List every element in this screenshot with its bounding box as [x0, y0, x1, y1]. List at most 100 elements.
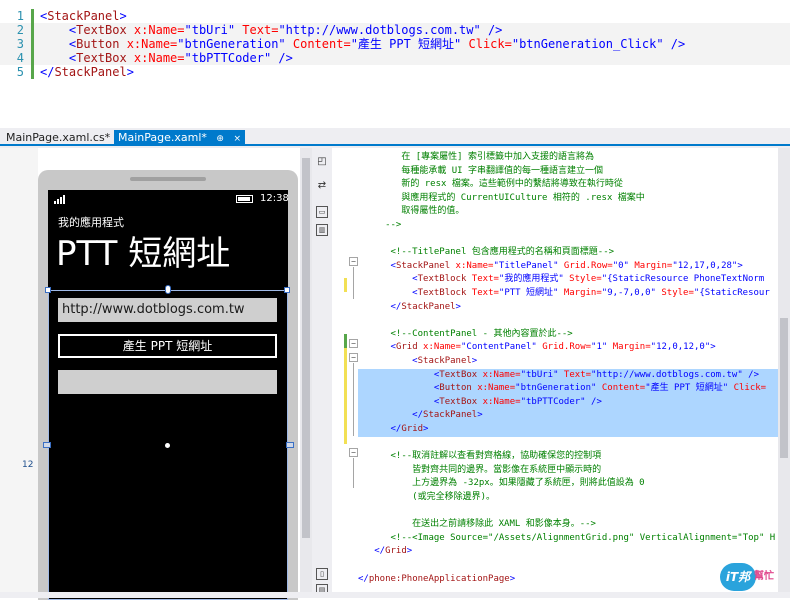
- status-strip: [0, 592, 790, 598]
- line-number: 5: [16, 65, 24, 79]
- tab-mainpage-xaml-cs[interactable]: MainPage.xaml.cs*: [2, 130, 114, 146]
- fold-guide: [353, 267, 354, 299]
- code-text: <Button x:Name="btnGeneration" Content="…: [40, 37, 686, 51]
- margin-indicator: 12: [22, 460, 34, 470]
- margin-handle-left[interactable]: [43, 442, 51, 448]
- code-snippet: 1 <StackPanel> 2 <TextBox x:Name="tbUri" T…: [0, 0, 790, 86]
- code-text: </StackPanel>: [40, 65, 134, 79]
- resize-handle[interactable]: [284, 287, 290, 293]
- xaml-line: 新的 resx 檔案。這些範例中的繫結將導致在執行時從: [358, 179, 623, 190]
- pin-icon[interactable]: ⊕: [216, 134, 224, 144]
- change-indicator: [31, 65, 34, 79]
- close-icon[interactable]: ×: [233, 134, 241, 144]
- snippet-line: 2 <TextBox x:Name="tbUri" Text="http://w…: [0, 23, 790, 37]
- horizontal-split-icon[interactable]: ▭: [316, 206, 328, 218]
- xaml-line: <Button x:Name="btnGeneration" Content="…: [358, 383, 767, 394]
- ithome-logo: iT邦: [720, 563, 756, 591]
- phone-screen: 12:38 我的應用程式 PTT 短網址 http://www.dotblogs…: [43, 190, 294, 600]
- fold-toggle-icon[interactable]: −: [349, 257, 358, 266]
- change-indicator: [344, 334, 347, 348]
- xaml-line: <StackPanel x:Name="TitlePanel" Grid.Row…: [358, 260, 743, 271]
- xaml-line: 取得屬性的值。: [358, 206, 465, 217]
- change-indicator: [31, 37, 34, 51]
- resize-handle[interactable]: [165, 285, 171, 294]
- xaml-line: <TextBlock Text="PTT 短網址" Margin="9,-7,0…: [358, 288, 770, 298]
- collapse-pane-icon[interactable]: ▯: [316, 568, 328, 580]
- phone-frame: 12:38 我的應用程式 PTT 短網址 http://www.dotblogs…: [38, 170, 298, 600]
- phone-speaker: [130, 177, 206, 181]
- fold-guide: [353, 363, 354, 436]
- document-tab-bar: MainPage.xaml.cs* MainPage.xaml* ⊕ ×: [0, 128, 790, 146]
- pan-icon[interactable]: ◰: [316, 156, 328, 168]
- xaml-line: 與應用程式的 CurrentUICulture 相符的 .resx 檔案中: [358, 192, 645, 203]
- designer-ruler: [0, 148, 38, 598]
- anchor-point: [165, 443, 170, 448]
- fold-toggle-icon[interactable]: −: [349, 448, 358, 457]
- line-number: 1: [16, 9, 24, 23]
- xaml-line: <!--取消註解以查看對齊格線，協助確保您的控制項: [358, 451, 602, 462]
- code-text: <TextBox x:Name="tbUri" Text="http://www…: [40, 23, 503, 37]
- tab-label: MainPage.xaml.cs*: [6, 131, 111, 144]
- status-bar: 12:38: [48, 190, 289, 208]
- line-number: 3: [16, 37, 24, 51]
- ithome-logo-text: 幫忙: [754, 571, 774, 582]
- xaml-editor[interactable]: − − − − 在 [專案屬性] 索引標籤中加入支援的語言將為 每種能承載 UI…: [332, 148, 790, 598]
- ptt-coder-textbox[interactable]: [58, 370, 277, 394]
- xaml-line: 每種能承載 UI 字串翻譯值的每一種語言建立一個: [358, 165, 604, 176]
- xaml-line: <TextBox x:Name="tbUri" Text="http://www…: [358, 369, 760, 380]
- snippet-line: 4 <TextBox x:Name="tbPTTCoder" />: [0, 51, 790, 65]
- code-text: <StackPanel>: [40, 9, 127, 23]
- snippet-line: 1 <StackPanel>: [0, 9, 790, 23]
- tab-label: MainPage.xaml*: [118, 131, 207, 144]
- battery-icon: [236, 195, 253, 203]
- uri-textbox[interactable]: http://www.dotblogs.com.tw: [58, 298, 277, 322]
- xaml-line: <!--ContentPanel - 其他內容置於此-->: [358, 328, 573, 339]
- ithome-watermark-logo: iT邦 幫忙: [720, 563, 786, 591]
- split-toolstrip: ◰ ⇄ ▭ ▥ ▯ ▤: [312, 148, 332, 598]
- change-indicator: [31, 51, 34, 65]
- design-surface[interactable]: 12 12:38 我的應用程式 PTT 短網址 http://www.dotbl…: [0, 148, 312, 600]
- xaml-line: </phone:PhoneApplicationPage>: [358, 573, 516, 584]
- xaml-line: </StackPanel>: [358, 410, 483, 421]
- status-time: 12:38: [260, 193, 289, 204]
- fold-guide: [353, 458, 354, 488]
- xaml-line: <StackPanel>: [358, 356, 478, 366]
- line-number: 2: [16, 23, 24, 37]
- xaml-line: 皆對齊共同的邊界。當影像在系統匣中顯示時的: [358, 464, 602, 475]
- xaml-line: </StackPanel>: [358, 301, 461, 312]
- resize-handle[interactable]: [45, 287, 51, 293]
- change-indicator: [344, 278, 347, 292]
- margin-handle-right[interactable]: [286, 442, 294, 448]
- vertical-split-icon[interactable]: ▥: [316, 224, 328, 236]
- xaml-line: 上方邊界為 -32px。如果隱藏了系統匣，則將此值設為 0: [358, 478, 645, 489]
- snippet-line: 5 </StackPanel>: [0, 65, 790, 79]
- swap-panes-icon[interactable]: ⇄: [316, 180, 328, 192]
- xaml-line: (或完全移除邊界)。: [358, 492, 496, 502]
- snippet-line: 3 <Button x:Name="btnGeneration" Content…: [0, 37, 790, 51]
- xaml-line: <!--<Image Source="/Assets/AlignmentGrid…: [358, 532, 776, 543]
- xaml-line: <!--TitlePanel 包含應用程式的名稱和頁面標題-->: [358, 247, 615, 258]
- change-indicator: [344, 348, 347, 444]
- change-indicator: [31, 9, 34, 23]
- xaml-line: 在 [專案屬性] 索引標籤中加入支援的語言將為: [358, 152, 595, 162]
- signal-icon: [54, 195, 65, 204]
- tab-mainpage-xaml[interactable]: MainPage.xaml* ⊕ ×: [114, 130, 246, 146]
- app-title: 我的應用程式: [58, 216, 124, 229]
- page-title: PTT 短網址: [56, 234, 231, 274]
- change-indicator: [31, 23, 34, 37]
- xaml-line: </Grid>: [358, 424, 429, 434]
- xaml-line: <Grid x:Name="ContentPanel" Grid.Row="1"…: [358, 342, 716, 353]
- visual-studio-editor: MainPage.xaml.cs* MainPage.xaml* ⊕ × 12: [0, 128, 790, 600]
- xaml-line: <TextBlock Text="我的應用程式" Style="{StaticR…: [358, 274, 765, 285]
- xaml-scroll-thumb[interactable]: [780, 318, 788, 458]
- designer-scroll-thumb[interactable]: [302, 158, 310, 538]
- xaml-line: 在送出之前請移除此 XAML 和影像本身。-->: [358, 519, 596, 530]
- line-number: 4: [16, 51, 24, 65]
- generate-button[interactable]: 產生 PPT 短網址: [58, 334, 277, 358]
- xaml-line: </Grid>: [358, 546, 413, 557]
- fold-toggle-icon[interactable]: −: [349, 353, 358, 362]
- xaml-line: <TextBox x:Name="tbPTTCoder" />: [358, 396, 602, 407]
- code-text: <TextBox x:Name="tbPTTCoder" />: [40, 51, 293, 65]
- xaml-line: -->: [358, 220, 402, 230]
- fold-toggle-icon[interactable]: −: [349, 339, 358, 348]
